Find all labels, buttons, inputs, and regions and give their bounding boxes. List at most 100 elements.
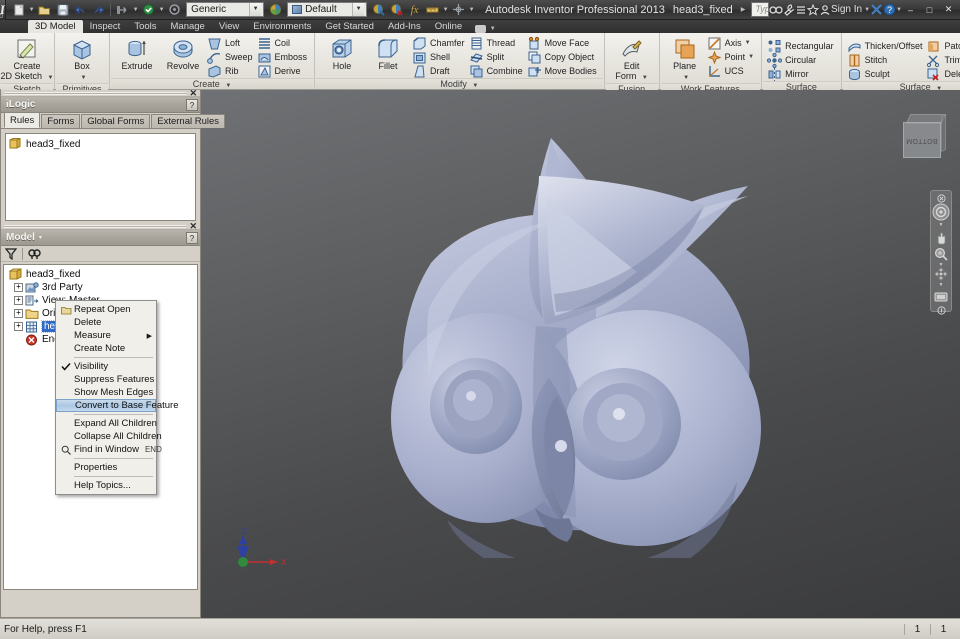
ilogic-close-icon[interactable]: ✕ <box>189 89 197 98</box>
open-document-button[interactable] <box>36 1 53 18</box>
shell-button[interactable]: Shell <box>411 50 468 64</box>
sign-in-button[interactable]: Sign In <box>831 4 862 15</box>
expander-head3-fix[interactable]: + <box>14 322 23 331</box>
view-cube[interactable]: BOTTOM <box>900 112 947 160</box>
panel-create-label[interactable]: Create ▼ <box>111 78 314 89</box>
tab-3d-model[interactable]: 3D Model <box>28 20 83 33</box>
draft-button[interactable]: Draft <box>411 64 468 78</box>
appearance-combo[interactable]: Default ▼ <box>287 2 368 17</box>
axis-dropdown-icon[interactable]: ▼ <box>745 40 751 46</box>
context-item-show-mesh-edges[interactable]: Show Mesh Edges <box>56 386 156 399</box>
ilogic-rules-list[interactable]: head3_fixed <box>5 133 196 221</box>
graphics-viewport[interactable]: X Z BOTTOM ▼ ▼ ▼ <box>201 90 960 618</box>
extrude-button[interactable]: Extrude <box>114 35 160 72</box>
tab-online[interactable]: Online <box>428 20 469 33</box>
redo-button[interactable] <box>90 1 107 18</box>
loft-button[interactable]: Loft <box>206 36 256 50</box>
sweep-button[interactable]: Sweep <box>206 50 256 64</box>
material-combo-arrow[interactable]: ▼ <box>249 3 262 16</box>
clear-appearance-icon[interactable] <box>388 1 405 18</box>
owl-head-model[interactable] <box>351 128 791 558</box>
ilogic-tab-external-rules[interactable]: External Rules <box>151 114 226 128</box>
minimize-window-button[interactable]: – <box>902 3 919 17</box>
rib-button[interactable]: Rib <box>206 64 256 78</box>
fillet-button[interactable]: Fillet <box>365 35 411 72</box>
expander-3rd-party[interactable]: + <box>14 283 23 292</box>
create-2d-sketch-button[interactable]: Create 2D Sketch ▼ <box>1 35 54 83</box>
measure-dropdown[interactable]: ▼ <box>442 7 449 13</box>
chamfer-button[interactable]: Chamfer <box>411 36 468 50</box>
autodesk-360-icon[interactable] <box>870 2 883 18</box>
tab-get-started[interactable]: Get Started <box>318 20 381 33</box>
thread-button[interactable]: Thread <box>468 36 526 50</box>
new-document-button[interactable] <box>10 1 27 18</box>
ilogic-tab-forms[interactable]: Forms <box>41 114 81 128</box>
copy-object-button[interactable]: Copy Object <box>526 50 600 64</box>
context-item-collapse-all-children[interactable]: Collapse All Children <box>56 430 162 443</box>
constraint-icon[interactable] <box>450 1 467 18</box>
ilogic-tab-global-forms[interactable]: Global Forms <box>81 114 151 128</box>
split-button[interactable]: Split <box>468 50 526 64</box>
emboss-button[interactable]: Emboss <box>256 50 311 64</box>
context-item-find-in-window[interactable]: Find in Window END <box>56 443 162 456</box>
list-item[interactable]: head3_fixed <box>9 137 192 150</box>
context-item-suppress-features[interactable]: Suppress Features <box>56 373 156 386</box>
patch-button[interactable]: Patch <box>925 39 960 53</box>
select-button[interactable] <box>166 1 183 18</box>
new-document-dropdown[interactable]: ▼ <box>28 7 35 13</box>
view-cube-front-face[interactable]: BOTTOM <box>903 122 941 158</box>
context-item-measure[interactable]: Measure ▶ <box>56 329 156 342</box>
move-face-button[interactable]: Move Face <box>526 36 600 50</box>
context-item-delete[interactable]: Delete <box>56 316 156 329</box>
tree-node-3rd-party[interactable]: + 3rd Party <box>6 281 195 294</box>
steering-wheel-icon[interactable] <box>932 203 951 221</box>
ribbon-display-options[interactable]: ▼ <box>475 25 496 33</box>
thicken-offset-button[interactable]: Thicken/Offset <box>846 39 926 53</box>
panel-modify-dropdown-icon[interactable]: ▼ <box>472 83 478 89</box>
measure-icon[interactable] <box>424 1 441 18</box>
box-button[interactable]: Box ▼ <box>59 35 105 83</box>
context-item-convert-to-base-feature[interactable]: Convert to Base Feature <box>56 399 179 412</box>
return-dropdown[interactable]: ▼ <box>132 7 139 13</box>
plane-button[interactable]: Plane ▼ <box>664 35 706 83</box>
exchange-apps-icon[interactable] <box>795 2 807 18</box>
undo-button[interactable] <box>72 1 89 18</box>
user-icon[interactable] <box>819 2 831 18</box>
stitch-button[interactable]: Stitch <box>846 53 926 67</box>
panel-modify-label[interactable]: Modify ▼ <box>316 78 603 89</box>
context-item-help-topics[interactable]: Help Topics... <box>56 479 156 492</box>
context-item-visibility[interactable]: Visibility <box>56 360 156 373</box>
tab-environments[interactable]: Environments <box>246 20 318 33</box>
expander-origin[interactable]: + <box>14 309 23 318</box>
material-browser-icon[interactable] <box>267 1 284 18</box>
orbit-icon[interactable] <box>933 267 949 281</box>
delete-face-button[interactable]: Delete Face <box>925 67 960 81</box>
application-menu-button[interactable]: I PRO <box>0 0 6 20</box>
ilogic-tab-rules[interactable]: Rules <box>4 112 41 128</box>
tab-inspect[interactable]: Inspect <box>83 20 128 33</box>
ucs-button[interactable]: UCS <box>706 64 757 78</box>
favorites-star-icon[interactable] <box>806 2 819 18</box>
derive-button[interactable]: Derive <box>256 64 311 78</box>
ribbon-display-dropdown[interactable]: ▼ <box>489 26 496 32</box>
context-menu[interactable]: Repeat Open Delete Measure ▶ Create Note… <box>55 300 179 495</box>
context-item-properties[interactable]: Properties <box>56 461 156 474</box>
point-button[interactable]: Point ▼ <box>706 50 757 64</box>
view-cube-right-face[interactable] <box>941 113 946 153</box>
navbar-customize-icon[interactable] <box>933 306 949 315</box>
revolve-button[interactable]: Revolve <box>160 35 206 72</box>
return-button[interactable] <box>114 1 131 18</box>
filter-icon[interactable] <box>4 247 18 260</box>
tab-view[interactable]: View <box>212 20 246 33</box>
pan-icon[interactable] <box>933 231 949 245</box>
panel-create-dropdown-icon[interactable]: ▼ <box>225 83 231 89</box>
point-dropdown-icon[interactable]: ▼ <box>748 54 754 60</box>
title-dropdown-icon[interactable]: ▶ <box>741 6 746 13</box>
orbit-dropdown[interactable]: ▼ <box>939 283 944 288</box>
move-bodies-button[interactable]: Move Bodies <box>526 64 600 78</box>
axis-button[interactable]: Axis ▼ <box>706 36 757 50</box>
update-dropdown[interactable]: ▼ <box>158 7 165 13</box>
trim-button[interactable]: Trim <box>925 53 960 67</box>
ilogic-help-icon[interactable]: ? <box>186 98 198 111</box>
help-icon[interactable]: ? <box>883 2 896 18</box>
